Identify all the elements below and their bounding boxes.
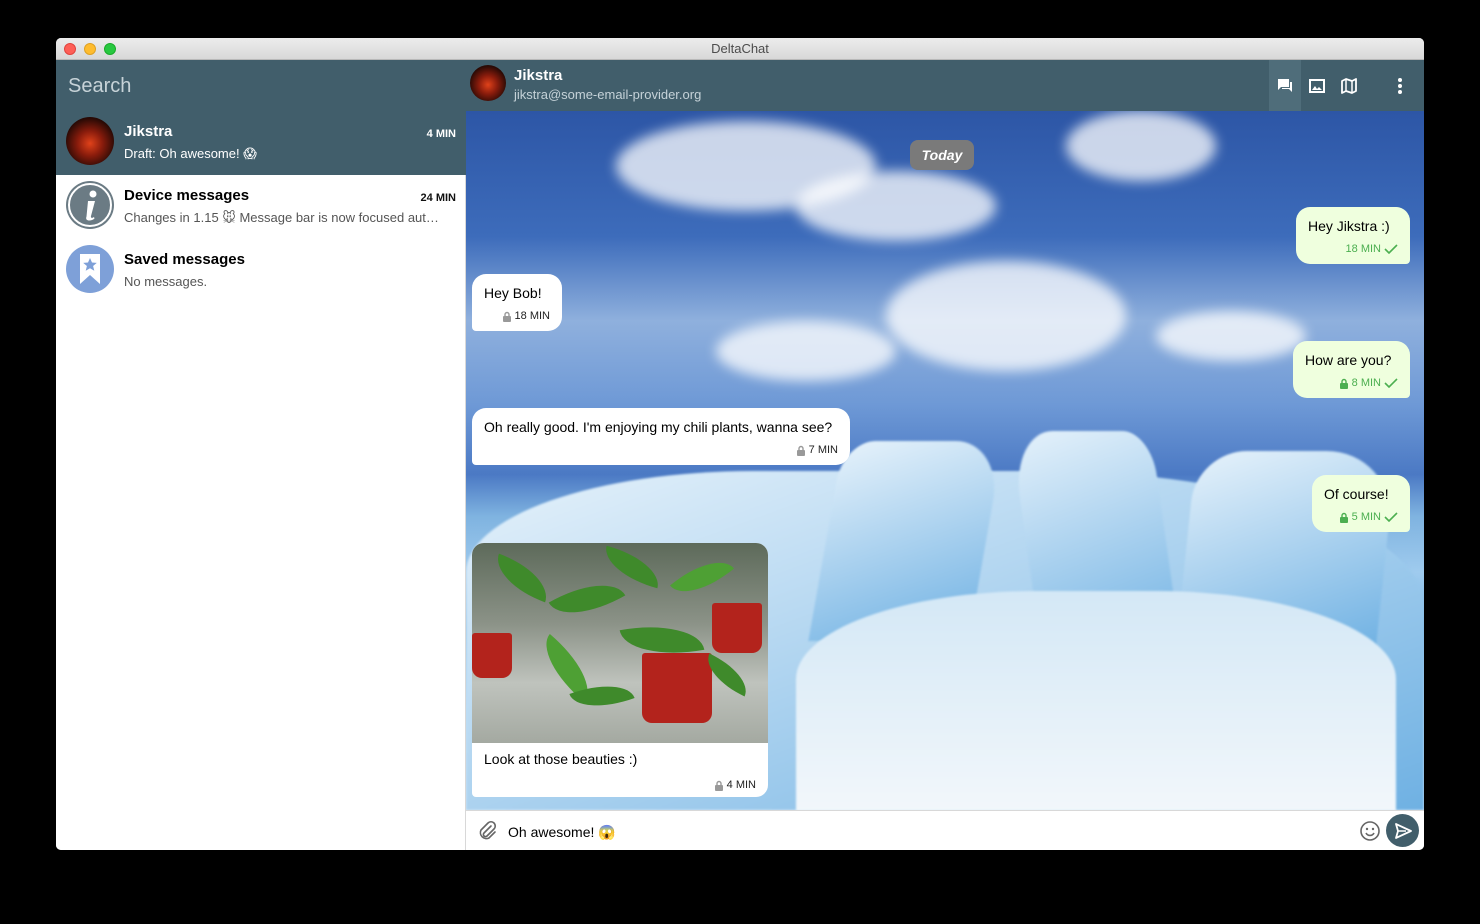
avatar [66, 117, 114, 165]
send-button[interactable] [1386, 814, 1419, 847]
chat-view-button[interactable] [1269, 60, 1301, 111]
message-meta: 18 MIN [1346, 243, 1398, 255]
check-icon [1384, 244, 1398, 254]
chat-name: Saved messages [124, 251, 245, 268]
conversation-header: Jikstra jikstra@some-email-provider.org [466, 60, 1424, 111]
chat-list: Jikstra 4 MIN Draft: Oh awesome! 😱 Devic… [56, 111, 466, 850]
message-meta: 5 MIN [1339, 511, 1398, 523]
message-outgoing[interactable]: How are you? 8 MIN [1293, 341, 1410, 398]
composer [466, 810, 1424, 850]
message-text: Oh really good. I'm enjoying my chili pl… [484, 419, 833, 435]
message-meta: 18 MIN [502, 310, 550, 322]
lock-icon [502, 311, 511, 322]
info-icon [66, 181, 114, 229]
chat-name: Jikstra [124, 123, 173, 140]
gallery-icon [1309, 78, 1325, 93]
contact-name[interactable]: Jikstra [514, 67, 562, 84]
app-window: DeltaChat Jikstra jikstra@some-email-pro… [56, 38, 1424, 850]
message-time: 8 MIN [1351, 377, 1381, 389]
chat-list-header [56, 60, 466, 111]
chat-list-item-jikstra[interactable]: Jikstra 4 MIN Draft: Oh awesome! 😱 [56, 111, 466, 175]
bookmark-star-icon [66, 245, 114, 293]
chat-list-item-device-messages[interactable]: Device messages 24 MIN Changes in 1.15 🐭… [56, 175, 466, 239]
message-text: Hey Bob! [484, 285, 542, 301]
message-text: How are you? [1305, 352, 1392, 368]
map-icon [1341, 77, 1357, 94]
send-icon [1394, 822, 1412, 839]
message-list[interactable]: Today Hey Jikstra :) 18 MIN Hey Bob! 18 … [466, 111, 1424, 810]
chat-preview: Changes in 1.15 🐭 Message bar is now foc… [124, 210, 444, 225]
check-icon [1384, 512, 1398, 522]
message-time: 4 MIN [726, 779, 756, 791]
message-outgoing[interactable]: Hey Jikstra :) 18 MIN [1296, 207, 1410, 264]
chat-time: 4 MIN [426, 128, 456, 140]
chat-preview: No messages. [124, 274, 208, 289]
message-input[interactable] [506, 820, 1350, 844]
message-meta: 8 MIN [1339, 377, 1398, 389]
message-time: 7 MIN [808, 444, 838, 456]
message-text: Hey Jikstra :) [1308, 218, 1390, 234]
lock-icon [1339, 378, 1348, 389]
chat-time: 24 MIN [420, 192, 456, 204]
message-incoming[interactable]: Hey Bob! 18 MIN [472, 274, 562, 331]
message-time: 5 MIN [1351, 511, 1381, 523]
search-input[interactable] [66, 72, 450, 100]
lock-icon [796, 445, 805, 456]
chat-list-item-saved-messages[interactable]: Saved messages No messages. [56, 239, 466, 303]
chat-preview: Draft: Oh awesome! 😱 [124, 146, 257, 161]
message-time: 18 MIN [514, 310, 550, 322]
message-time: 18 MIN [1345, 243, 1381, 255]
paperclip-icon[interactable] [476, 820, 498, 842]
message-text: Of course! [1324, 486, 1389, 502]
window-title: DeltaChat [711, 41, 769, 56]
lock-icon [714, 780, 723, 791]
chili-plants-photo[interactable] [472, 543, 768, 743]
gallery-button[interactable] [1301, 60, 1333, 111]
message-meta: 4 MIN [714, 779, 756, 791]
day-marker: Today [910, 140, 974, 170]
message-outgoing[interactable]: Of course! 5 MIN [1312, 475, 1410, 532]
chat-name: Device messages [124, 187, 250, 204]
message-incoming-image[interactable]: Look at those beauties :) 4 MIN [472, 543, 768, 797]
message-meta: 7 MIN [796, 444, 838, 456]
chat-view-icon [1278, 78, 1292, 92]
more-menu-button[interactable] [1384, 60, 1416, 111]
contact-address: jikstra@some-email-provider.org [514, 87, 702, 102]
message-text: Look at those beauties :) [484, 751, 638, 767]
contact-avatar[interactable] [470, 65, 506, 101]
emoji-icon[interactable] [1359, 820, 1381, 842]
title-bar: DeltaChat [56, 38, 1424, 60]
map-button[interactable] [1333, 60, 1365, 111]
message-incoming[interactable]: Oh really good. I'm enjoying my chili pl… [472, 408, 850, 465]
lock-icon [1339, 512, 1348, 523]
check-icon [1384, 378, 1398, 388]
more-vert-icon [1398, 77, 1402, 94]
